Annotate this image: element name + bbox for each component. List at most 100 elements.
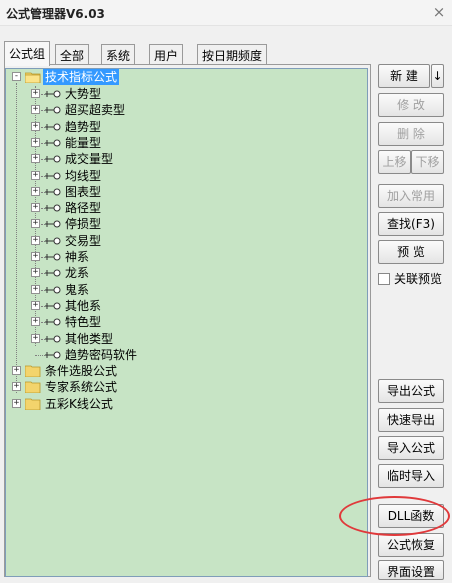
move-down-button[interactable]: 下移: [411, 150, 444, 174]
formula-icon: [45, 335, 61, 342]
add-to-common-button[interactable]: 加入常用: [378, 184, 444, 208]
expand-icon[interactable]: +: [31, 105, 40, 115]
tab-formula-groups[interactable]: 公式组: [4, 41, 51, 66]
tab-label: 用户: [154, 49, 179, 63]
tree-node[interactable]: + 路径型: [6, 200, 366, 216]
tree-node[interactable]: + 趋势型: [6, 119, 366, 135]
tab-label: 公式组: [9, 47, 46, 61]
tree-node-label: 鬼系: [65, 282, 90, 297]
interface-settings-button[interactable]: 界面设置: [378, 560, 444, 580]
tree-node-label: 能量型: [65, 135, 102, 150]
expand-icon[interactable]: +: [31, 154, 40, 164]
expand-icon[interactable]: +: [31, 252, 40, 261]
tab-label: 全部: [60, 49, 85, 63]
formula-icon: [45, 220, 61, 228]
tree-node[interactable]: + 五彩K线公式: [6, 396, 366, 412]
tree-node-label: 交易型: [65, 233, 102, 248]
tree-node-label: 特色型: [65, 315, 102, 330]
restore-formula-button[interactable]: 公式恢复: [378, 533, 444, 557]
export-formula-button[interactable]: 导出公式: [378, 379, 444, 403]
formula-icon: [45, 90, 61, 98]
expand-icon[interactable]: +: [31, 235, 40, 245]
tree-node[interactable]: + 鬼系: [6, 282, 366, 298]
expand-icon[interactable]: +: [12, 398, 21, 408]
tree-node-label: 技术指标公式: [43, 69, 120, 85]
expand-icon[interactable]: +: [31, 137, 40, 147]
checkbox-icon[interactable]: [378, 273, 390, 285]
folder-icon: [25, 381, 41, 394]
folder-open-icon: [25, 72, 41, 83]
move-up-button[interactable]: 上移: [378, 150, 411, 174]
expand-icon[interactable]: +: [31, 170, 40, 180]
formula-icon: [45, 172, 61, 179]
close-icon[interactable]: ×: [430, 3, 448, 21]
formula-icon: [45, 237, 61, 245]
tab-label: 按日期频度: [202, 49, 263, 63]
tab-label: 系统: [106, 49, 131, 63]
expand-icon[interactable]: +: [31, 89, 40, 98]
tree-node[interactable]: + 条件选股公式: [6, 363, 366, 379]
formula-icon: [45, 269, 61, 277]
title-bar: 公式管理器V6.03 ×: [0, 0, 452, 26]
temp-import-button[interactable]: 临时导入: [378, 464, 444, 488]
preview-button[interactable]: 预 览: [378, 240, 444, 264]
tree-node[interactable]: + 能量型: [6, 135, 366, 151]
tree-node[interactable]: + 神系: [6, 249, 366, 265]
formula-icon: [45, 155, 61, 163]
new-dropdown-arrow-icon[interactable]: ↓: [431, 64, 444, 88]
formula-icon: [45, 106, 61, 114]
expand-icon[interactable]: +: [31, 121, 40, 131]
tree-node[interactable]: + 超买超卖型: [6, 102, 366, 118]
formula-icon: [45, 318, 61, 326]
linked-preview-label: 关联预览: [394, 272, 443, 286]
tree-node[interactable]: + 图表型: [6, 184, 366, 200]
find-button[interactable]: 查找(F3): [378, 212, 444, 236]
tree-node[interactable]: + 停损型: [6, 216, 366, 232]
tree-node[interactable]: + 均线型: [6, 168, 366, 184]
expand-icon[interactable]: +: [31, 219, 40, 229]
formula-icon: [45, 204, 61, 212]
tree-node-label: 龙系: [65, 266, 90, 281]
window-title: 公式管理器V6.03: [6, 7, 105, 21]
expand-icon[interactable]: +: [31, 317, 40, 327]
tree-node[interactable]: + 特色型: [6, 314, 366, 330]
formula-icon: [45, 351, 61, 359]
tree-node-label: 路径型: [65, 201, 102, 216]
tab-by-date-frequency[interactable]: 按日期频度: [197, 44, 268, 65]
new-button[interactable]: 新 建: [378, 64, 430, 88]
tree-node[interactable]: 趋势密码软件: [6, 347, 366, 363]
tree-node-label: 五彩K线公式: [45, 396, 113, 411]
tree-node[interactable]: + 其他类型: [6, 331, 366, 347]
expand-icon[interactable]: +: [31, 268, 40, 278]
tree-node[interactable]: + 龙系: [6, 265, 366, 281]
tree-node-label: 其他系: [65, 298, 102, 313]
expand-icon[interactable]: +: [31, 203, 40, 213]
tree-node[interactable]: + 成交量型: [6, 151, 366, 167]
tab-all[interactable]: 全部: [55, 44, 90, 65]
tree-node[interactable]: + 大势型: [6, 86, 366, 102]
expand-icon[interactable]: +: [31, 333, 40, 343]
expand-icon[interactable]: +: [31, 284, 40, 294]
formula-tree[interactable]: - 技术指标公式 + 大势型 + 超买超卖型 + 趋势型 + 能量型 + 成交量型 + 均线型 + 图表型…: [5, 68, 368, 577]
tree-node[interactable]: + 其他系: [6, 298, 366, 314]
formula-icon: [45, 253, 61, 261]
expand-icon[interactable]: +: [31, 186, 40, 196]
tree-node-label: 其他类型: [65, 331, 114, 346]
tree-node-technical-indicators[interactable]: - 技术指标公式: [6, 69, 366, 85]
tree-node-label: 趋势密码软件: [65, 347, 138, 362]
formula-icon: [45, 286, 61, 294]
collapse-icon[interactable]: -: [12, 72, 21, 81]
formula-icon: [45, 123, 61, 131]
modify-button[interactable]: 修 改: [378, 93, 444, 117]
tab-user[interactable]: 用户: [149, 44, 184, 65]
tab-system[interactable]: 系统: [101, 44, 136, 65]
import-formula-button[interactable]: 导入公式: [378, 436, 444, 460]
tree-node[interactable]: + 交易型: [6, 233, 366, 249]
expand-icon[interactable]: +: [12, 382, 21, 392]
expand-icon[interactable]: +: [31, 300, 40, 310]
expand-icon[interactable]: +: [12, 366, 21, 376]
delete-button[interactable]: 删 除: [378, 122, 444, 146]
tree-node[interactable]: + 专家系统公式: [6, 379, 366, 395]
quick-export-button[interactable]: 快速导出: [378, 408, 444, 432]
tree-node-label: 大势型: [65, 87, 102, 101]
